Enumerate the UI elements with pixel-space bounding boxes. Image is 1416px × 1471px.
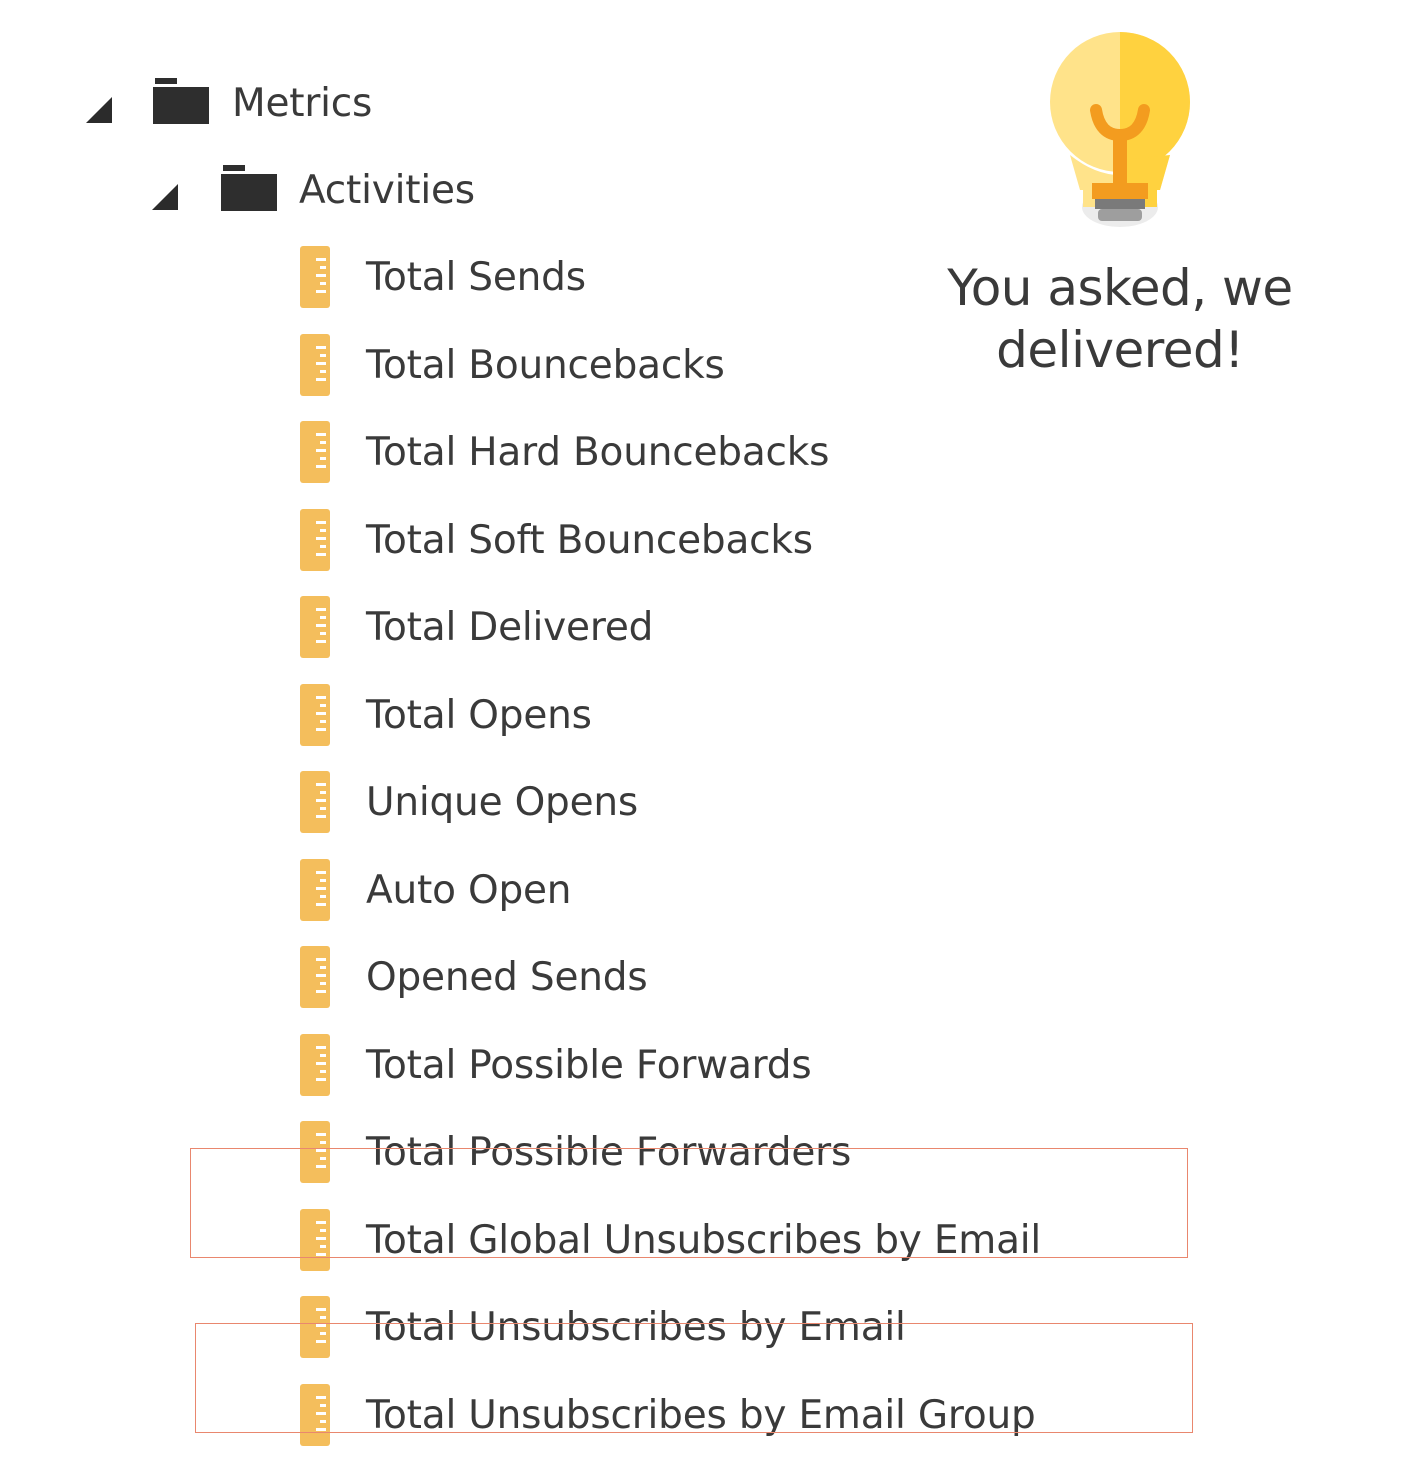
metric-item-label: Opened Sends xyxy=(366,955,648,1000)
lightbulb-icon xyxy=(1040,25,1200,240)
metric-item[interactable]: Total Possible Forwards xyxy=(298,1034,1078,1096)
tree-node-metrics[interactable]: Metrics xyxy=(80,75,400,135)
metric-item-label: Total Delivered xyxy=(366,605,654,650)
metric-item-label: Total Unsubscribes by Email xyxy=(366,1305,906,1350)
measure-ruler-icon xyxy=(300,596,330,658)
metric-item-label: Auto Open xyxy=(366,868,572,913)
metric-item[interactable]: Total Hard Bouncebacks xyxy=(298,421,1078,483)
measure-ruler-icon xyxy=(300,334,330,396)
measure-ruler-icon xyxy=(300,509,330,571)
announcement-callout: You asked, we delivered! xyxy=(920,25,1320,385)
measure-ruler-icon xyxy=(300,1384,330,1446)
metric-item-label: Total Possible Forwarders xyxy=(366,1130,852,1175)
metric-item-label: Total Global Unsubscribes by Email xyxy=(366,1218,1042,1263)
tree-node-activities[interactable]: Activities xyxy=(148,162,488,222)
metric-item-label: Total Opens xyxy=(366,693,592,738)
metric-item[interactable]: Total Global Unsubscribes by Email xyxy=(298,1209,1078,1271)
measure-ruler-icon xyxy=(300,946,330,1008)
metric-item[interactable]: Auto Open xyxy=(298,859,1078,921)
folder-icon xyxy=(221,165,277,211)
metric-item-label: Total Unsubscribes by Email Group xyxy=(366,1393,1036,1438)
measure-ruler-icon xyxy=(300,246,330,308)
callout-text-line-2: delivered! xyxy=(996,321,1244,379)
callout-text: You asked, we delivered! xyxy=(920,257,1320,381)
expand-triangle-icon[interactable] xyxy=(152,184,178,210)
metric-item[interactable]: Opened Sends xyxy=(298,946,1078,1008)
measure-ruler-icon xyxy=(300,1034,330,1096)
metric-item-label: Total Soft Bouncebacks xyxy=(366,518,813,563)
measure-ruler-icon xyxy=(300,684,330,746)
metric-item-label: Total Sends xyxy=(366,255,586,300)
measure-ruler-icon xyxy=(300,1121,330,1183)
measure-ruler-icon xyxy=(300,771,330,833)
metric-item[interactable]: Total Unsubscribes by Email Group xyxy=(298,1384,1078,1446)
metric-item-label: Total Hard Bouncebacks xyxy=(366,430,830,475)
measure-ruler-icon xyxy=(300,1209,330,1271)
measure-ruler-icon xyxy=(300,421,330,483)
metric-item[interactable]: Unique Opens xyxy=(298,771,1078,833)
metric-item[interactable]: Total Possible Forwarders xyxy=(298,1121,1078,1183)
metric-item-label: Unique Opens xyxy=(366,780,639,825)
metric-item[interactable]: Total Delivered xyxy=(298,596,1078,658)
tree-node-label: Metrics xyxy=(232,81,373,126)
callout-text-line-1: You asked, we xyxy=(947,259,1293,317)
metric-item[interactable]: Total Unsubscribes by Email xyxy=(298,1296,1078,1358)
expand-triangle-icon[interactable] xyxy=(86,97,112,123)
metric-item[interactable]: Total Opens xyxy=(298,684,1078,746)
metric-item-label: Total Bouncebacks xyxy=(366,343,725,388)
metric-item[interactable]: Total Soft Bouncebacks xyxy=(298,509,1078,571)
metric-item-label: Total Possible Forwards xyxy=(366,1043,812,1088)
measure-ruler-icon xyxy=(300,859,330,921)
measure-ruler-icon xyxy=(300,1296,330,1358)
tree-node-label: Activities xyxy=(299,168,475,213)
folder-icon xyxy=(153,78,209,124)
